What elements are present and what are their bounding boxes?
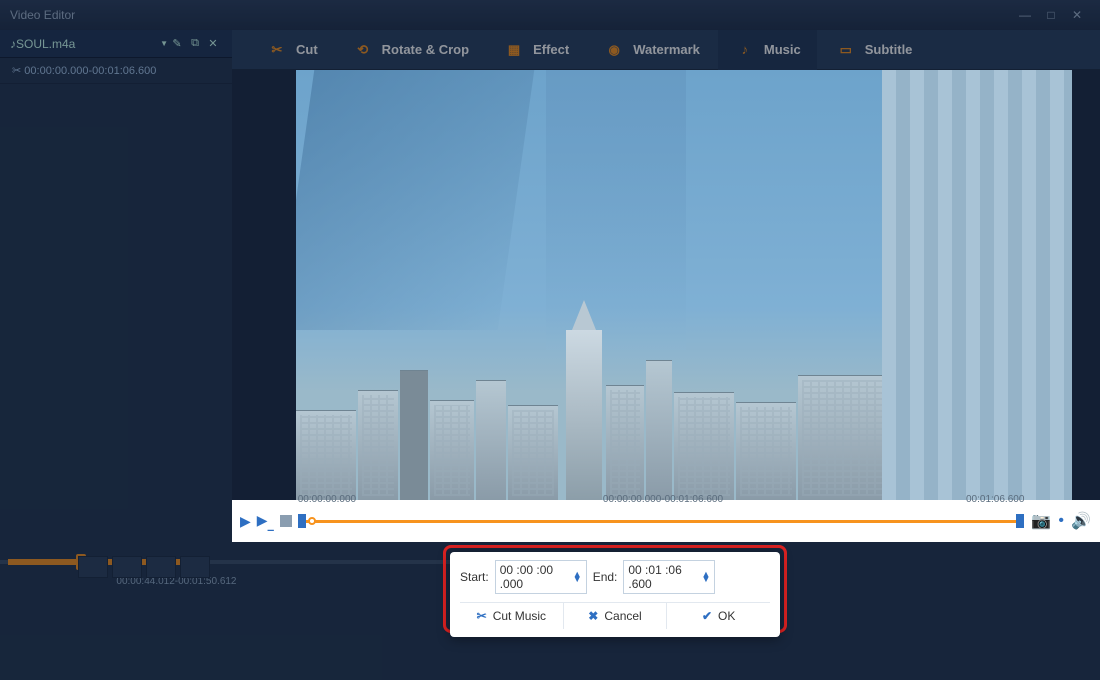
titlebar: Video Editor — □ ✕ <box>0 0 1100 30</box>
x-icon: ✖ <box>588 609 598 623</box>
video-preview <box>296 70 1072 500</box>
scrub-range-label: 00:00:00.000-00:01:06.600 <box>603 494 723 505</box>
music-icon: ♪ <box>734 39 756 61</box>
chunk[interactable] <box>112 556 142 578</box>
rotate-icon: ⟲ <box>352 39 374 61</box>
close-icon[interactable]: ✕ <box>1064 5 1090 25</box>
tab-effect-label: Effect <box>533 42 569 57</box>
scissors-icon: ✂ <box>477 609 487 623</box>
end-label: End: <box>593 570 618 584</box>
window-title: Video Editor <box>10 8 1012 22</box>
speaker-icon[interactable]: 🔊 <box>1070 511 1092 531</box>
tab-watermark[interactable]: ◉ Watermark <box>587 30 716 70</box>
watermark-icon: ◉ <box>603 39 625 61</box>
scrub-bar: ▶ ▶▁ 00:00:00.000 00:00:00.000-00:01:06.… <box>232 500 1100 542</box>
copy-icon[interactable]: ⧉ <box>186 37 204 50</box>
tab-music-label: Music <box>764 42 801 57</box>
chunk[interactable] <box>146 556 176 578</box>
playhead[interactable] <box>308 517 316 525</box>
tab-rotate[interactable]: ⟲ Rotate & Crop <box>336 30 485 70</box>
tab-effect[interactable]: ▦ Effect <box>487 30 585 70</box>
clip-icon: ✂ <box>12 65 21 77</box>
file-name: SOUL.m4a <box>16 37 156 51</box>
dialog-cancel-button[interactable]: ✖ Cancel <box>564 603 668 629</box>
tab-rotate-label: Rotate & Crop <box>382 42 469 57</box>
file-header[interactable]: ♪ SOUL.m4a ▼ ✎ ⧉ ✕ <box>0 30 232 58</box>
check-icon: ✔ <box>702 609 712 623</box>
scrub-start-label: 00:00:00.000 <box>298 494 356 505</box>
end-value: 00 :01 :06 .600 <box>628 563 701 591</box>
subtitle-icon: ▭ <box>835 39 857 61</box>
cut-music-button[interactable]: ✂ Cut Music <box>460 603 564 629</box>
dialog-ok-label: OK <box>718 609 735 623</box>
dropdown-icon[interactable]: ▼ <box>160 39 168 48</box>
chunk[interactable] <box>180 556 210 578</box>
tool-tabs: ✂ Cut ⟲ Rotate & Crop ▦ Effect ◉ Watermark ♪… <box>232 30 1100 70</box>
clip-range-text: 00:00:00.000-00:01:06.600 <box>24 65 156 77</box>
cut-music-dialog: Start: 00 :00 :00 .000▲▼ End: 00 :01 :06… <box>450 552 780 637</box>
play-icon[interactable]: ▶ <box>240 513 251 530</box>
tab-subtitle[interactable]: ▭ Subtitle <box>819 30 929 70</box>
scrub-end-label: 00:01:06.600 <box>966 494 1024 505</box>
start-value: 00 :00 :00 .000 <box>500 563 573 591</box>
spinner-icon[interactable]: ▲▼ <box>701 572 710 582</box>
end-input[interactable]: 00 :01 :06 .600▲▼ <box>623 560 715 594</box>
effect-icon: ▦ <box>503 39 525 61</box>
chunk-row <box>78 556 210 578</box>
tab-cut-label: Cut <box>296 42 318 57</box>
tab-subtitle-label: Subtitle <box>865 42 913 57</box>
tab-music[interactable]: ♪ Music <box>718 30 817 70</box>
dialog-cancel-label: Cancel <box>604 609 641 623</box>
dialog-ok-button[interactable]: ✔ OK <box>667 603 770 629</box>
edit-icon[interactable]: ✎ <box>168 37 186 50</box>
scrub-timeline[interactable]: 00:00:00.000 00:00:00.000-00:01:06.600 0… <box>298 512 1025 530</box>
tab-cut[interactable]: ✂ Cut <box>250 30 334 70</box>
spinner-icon[interactable]: ▲▼ <box>573 572 582 582</box>
cut-icon: ✂ <box>266 39 288 61</box>
start-input[interactable]: 00 :00 :00 .000▲▼ <box>495 560 587 594</box>
left-handle[interactable] <box>298 514 306 528</box>
cut-music-label: Cut Music <box>493 609 546 623</box>
snapshot-icon[interactable]: 📷 <box>1030 511 1052 531</box>
start-label: Start: <box>460 570 489 584</box>
play-range-icon[interactable]: ▶▁ <box>257 512 274 531</box>
right-handle[interactable] <box>1016 514 1024 528</box>
minimize-icon[interactable]: — <box>1012 5 1038 25</box>
close-file-icon[interactable]: ✕ <box>204 37 222 50</box>
stop-icon[interactable] <box>280 515 292 527</box>
maximize-icon[interactable]: □ <box>1038 5 1064 25</box>
chunk[interactable] <box>78 556 108 578</box>
clip-range-item[interactable]: ✂ 00:00:00.000-00:01:06.600 <box>0 58 232 84</box>
tab-watermark-label: Watermark <box>633 42 700 57</box>
